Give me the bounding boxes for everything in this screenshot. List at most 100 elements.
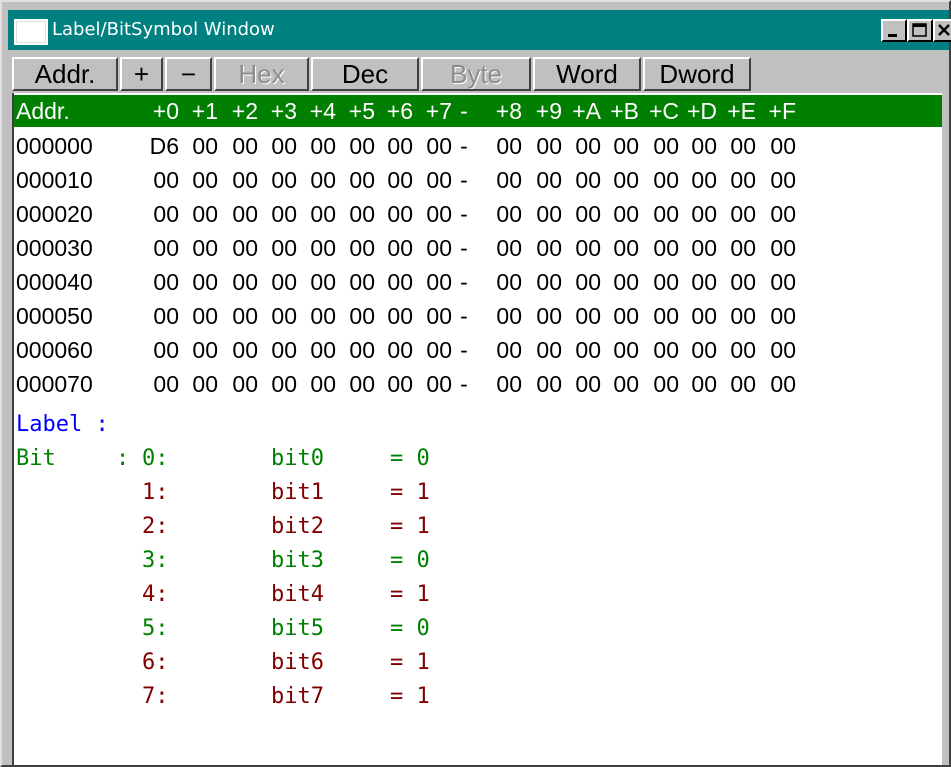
byte-cell[interactable]: 00 bbox=[220, 367, 258, 401]
byte-cell[interactable]: 00 bbox=[679, 265, 717, 299]
byte-cell[interactable]: 00 bbox=[758, 197, 796, 231]
byte-cell[interactable]: 00 bbox=[180, 129, 218, 163]
byte-cell[interactable]: 00 bbox=[679, 299, 717, 333]
byte-cell[interactable]: 00 bbox=[524, 265, 562, 299]
byte-cell[interactable]: 00 bbox=[563, 299, 601, 333]
byte-cell[interactable]: 00 bbox=[375, 129, 413, 163]
byte-cell[interactable]: 00 bbox=[259, 197, 297, 231]
byte-cell[interactable]: 00 bbox=[484, 197, 522, 231]
byte-cell[interactable]: 00 bbox=[414, 163, 452, 197]
byte-cell[interactable]: 00 bbox=[337, 333, 375, 367]
byte-cell[interactable]: 00 bbox=[758, 265, 796, 299]
byte-cell[interactable]: 00 bbox=[524, 197, 562, 231]
byte-cell[interactable]: 00 bbox=[141, 299, 179, 333]
byte-cell[interactable]: 00 bbox=[484, 299, 522, 333]
byte-cell[interactable]: 00 bbox=[524, 231, 562, 265]
byte-cell[interactable]: 00 bbox=[414, 299, 452, 333]
byte-cell[interactable]: 00 bbox=[337, 265, 375, 299]
byte-cell[interactable]: 00 bbox=[718, 231, 756, 265]
byte-cell[interactable]: 00 bbox=[641, 265, 679, 299]
byte-cell[interactable]: 00 bbox=[563, 163, 601, 197]
byte-cell[interactable]: 00 bbox=[375, 299, 413, 333]
byte-cell[interactable]: 00 bbox=[601, 265, 639, 299]
byte-cell[interactable]: 00 bbox=[758, 299, 796, 333]
byte-cell[interactable]: 00 bbox=[180, 299, 218, 333]
byte-cell[interactable]: 00 bbox=[563, 333, 601, 367]
byte-cell[interactable]: 00 bbox=[298, 163, 336, 197]
byte-cell[interactable]: 00 bbox=[259, 163, 297, 197]
byte-cell[interactable]: 00 bbox=[601, 163, 639, 197]
byte-cell[interactable]: 00 bbox=[679, 333, 717, 367]
byte-cell[interactable]: 00 bbox=[679, 367, 717, 401]
byte-cell[interactable]: 00 bbox=[298, 333, 336, 367]
hex-button[interactable]: Hex bbox=[214, 57, 309, 91]
byte-cell[interactable]: D6 bbox=[141, 129, 179, 163]
byte-cell[interactable]: 00 bbox=[563, 129, 601, 163]
byte-cell[interactable]: 00 bbox=[298, 197, 336, 231]
minimize-button[interactable] bbox=[881, 19, 907, 42]
byte-cell[interactable]: 00 bbox=[375, 367, 413, 401]
byte-cell[interactable]: 00 bbox=[414, 231, 452, 265]
byte-cell[interactable]: 00 bbox=[718, 129, 756, 163]
byte-cell[interactable]: 00 bbox=[414, 367, 452, 401]
byte-cell[interactable]: 00 bbox=[141, 367, 179, 401]
window-icon[interactable] bbox=[14, 19, 48, 45]
byte-cell[interactable]: 00 bbox=[298, 299, 336, 333]
byte-cell[interactable]: 00 bbox=[180, 163, 218, 197]
byte-cell[interactable]: 00 bbox=[641, 333, 679, 367]
byte-cell[interactable]: 00 bbox=[414, 333, 452, 367]
byte-cell[interactable]: 00 bbox=[641, 299, 679, 333]
close-button[interactable] bbox=[933, 19, 951, 42]
byte-cell[interactable]: 00 bbox=[758, 367, 796, 401]
addr-button[interactable]: Addr. bbox=[12, 57, 118, 91]
byte-cell[interactable]: 00 bbox=[220, 163, 258, 197]
byte-cell[interactable]: 00 bbox=[298, 265, 336, 299]
byte-cell[interactable]: 00 bbox=[259, 333, 297, 367]
byte-cell[interactable]: 00 bbox=[414, 129, 452, 163]
byte-cell[interactable]: 00 bbox=[484, 163, 522, 197]
byte-cell[interactable]: 00 bbox=[298, 231, 336, 265]
byte-cell[interactable]: 00 bbox=[259, 367, 297, 401]
byte-cell[interactable]: 00 bbox=[563, 231, 601, 265]
byte-cell[interactable]: 00 bbox=[180, 367, 218, 401]
byte-cell[interactable]: 00 bbox=[220, 333, 258, 367]
byte-cell[interactable]: 00 bbox=[180, 197, 218, 231]
byte-cell[interactable]: 00 bbox=[484, 333, 522, 367]
byte-cell[interactable]: 00 bbox=[601, 231, 639, 265]
byte-cell[interactable]: 00 bbox=[718, 163, 756, 197]
byte-cell[interactable]: 00 bbox=[414, 197, 452, 231]
byte-cell[interactable]: 00 bbox=[220, 299, 258, 333]
byte-cell[interactable]: 00 bbox=[679, 197, 717, 231]
byte-cell[interactable]: 00 bbox=[259, 231, 297, 265]
byte-cell[interactable]: 00 bbox=[641, 129, 679, 163]
byte-cell[interactable]: 00 bbox=[601, 367, 639, 401]
byte-cell[interactable]: 00 bbox=[718, 197, 756, 231]
byte-cell[interactable]: 00 bbox=[180, 265, 218, 299]
byte-cell[interactable]: 00 bbox=[220, 265, 258, 299]
byte-cell[interactable]: 00 bbox=[563, 265, 601, 299]
byte-cell[interactable]: 00 bbox=[758, 333, 796, 367]
byte-cell[interactable]: 00 bbox=[601, 197, 639, 231]
byte-cell[interactable]: 00 bbox=[337, 299, 375, 333]
byte-cell[interactable]: 00 bbox=[259, 265, 297, 299]
byte-cell[interactable]: 00 bbox=[337, 367, 375, 401]
dword-button[interactable]: Dword bbox=[643, 57, 751, 91]
byte-cell[interactable]: 00 bbox=[563, 367, 601, 401]
byte-cell[interactable]: 00 bbox=[758, 129, 796, 163]
byte-cell[interactable]: 00 bbox=[141, 163, 179, 197]
byte-cell[interactable]: 00 bbox=[601, 299, 639, 333]
byte-cell[interactable]: 00 bbox=[524, 299, 562, 333]
byte-cell[interactable]: 00 bbox=[141, 231, 179, 265]
byte-cell[interactable]: 00 bbox=[758, 231, 796, 265]
byte-cell[interactable]: 00 bbox=[180, 333, 218, 367]
byte-cell[interactable]: 00 bbox=[601, 129, 639, 163]
byte-cell[interactable]: 00 bbox=[220, 231, 258, 265]
byte-cell[interactable]: 00 bbox=[524, 367, 562, 401]
byte-cell[interactable]: 00 bbox=[758, 163, 796, 197]
byte-cell[interactable]: 00 bbox=[641, 231, 679, 265]
byte-cell[interactable]: 00 bbox=[641, 163, 679, 197]
minus-button[interactable]: − bbox=[165, 57, 212, 91]
byte-cell[interactable]: 00 bbox=[259, 129, 297, 163]
byte-cell[interactable]: 00 bbox=[375, 197, 413, 231]
byte-cell[interactable]: 00 bbox=[524, 163, 562, 197]
